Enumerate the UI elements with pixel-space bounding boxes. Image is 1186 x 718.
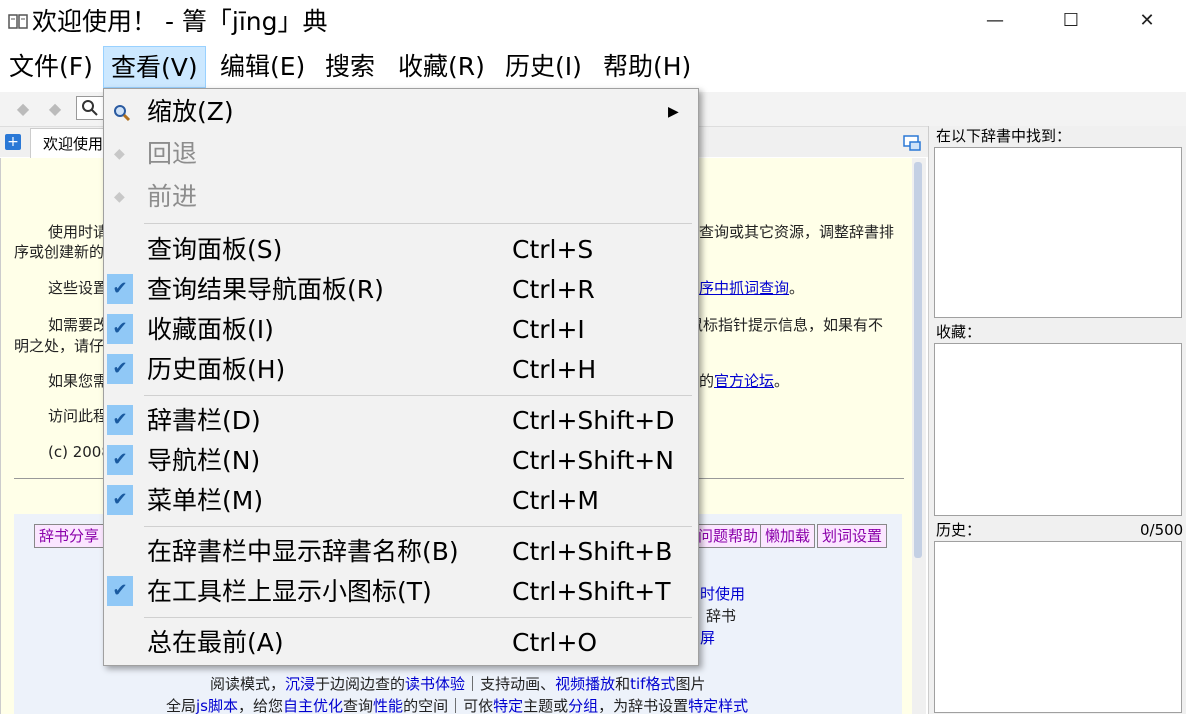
favorites-label: 收藏： <box>936 323 982 341</box>
search-input[interactable] <box>76 96 104 120</box>
zoom-icon <box>112 103 132 123</box>
para-4a: 如果您需 <box>48 372 109 390</box>
para-5a: 访问此程 <box>48 407 109 425</box>
menu-item-small-icons[interactable]: ✔ 在工具栏上显示小图标(T) Ctrl+Shift+T <box>104 572 698 612</box>
forward-arrow-icon: ◆ <box>114 189 125 205</box>
forward-icon[interactable]: ◆ <box>44 98 66 120</box>
maximize-icon: ☐ <box>1062 9 1080 31</box>
menu-item-dict-bar[interactable]: ✔ 辞書栏(D) Ctrl+Shift+D <box>104 401 698 441</box>
history-count: 0/500 <box>1140 521 1184 539</box>
menu-item-nav-bar[interactable]: ✔ 导航栏(N) Ctrl+Shift+N <box>104 441 698 481</box>
found-in-label: 在以下辞書中找到： <box>936 127 1072 145</box>
menu-edit[interactable]: 编辑(E) <box>213 46 312 88</box>
checkmark-icon: ✔ <box>107 314 133 344</box>
minimize-button[interactable]: — <box>964 0 1026 40</box>
found-in-list[interactable] <box>934 147 1182 318</box>
menu-history[interactable]: 历史(I) <box>498 46 589 88</box>
para-3c: 明之处，请仔 <box>14 337 105 355</box>
checkmark-icon: ✔ <box>107 445 133 475</box>
history-label: 历史： <box>936 521 982 539</box>
minimize-icon: — <box>986 9 1004 31</box>
back-arrow-icon: ◆ <box>114 146 125 162</box>
help-button[interactable]: 问题帮助 <box>693 524 764 548</box>
copyright-text: (c) 2008 <box>48 443 111 461</box>
line-1: 时使用 <box>700 585 746 603</box>
checkmark-icon: ✔ <box>107 354 133 384</box>
lazy-load-button[interactable]: 懒加载 <box>760 524 816 548</box>
line-2: 辞书 <box>706 607 737 625</box>
add-tab-icon[interactable]: + <box>5 134 21 150</box>
menu-item-zoom[interactable]: 缩放(Z) ▶ <box>104 92 698 132</box>
para-2-tail: 序中抓词查询。 <box>699 279 805 297</box>
submenu-arrow-icon: ▶ <box>668 104 679 120</box>
search-icon <box>82 100 98 116</box>
menu-separator <box>144 223 692 224</box>
menu-item-query-panel[interactable]: 查询面板(S) Ctrl+S <box>104 230 698 270</box>
para-1c: 序或创建新的 <box>14 243 105 261</box>
menu-search[interactable]: 搜索 <box>318 46 382 88</box>
grab-word-link[interactable]: 序中抓词查询 <box>699 279 789 297</box>
menu-file[interactable]: 文件(F) <box>2 46 100 88</box>
line-4: 阅读模式，沉浸于边阅边查的读书体验｜支持动画、视频播放和tif格式图片 <box>210 675 706 693</box>
menu-separator <box>144 526 692 527</box>
menu-item-favorites-panel[interactable]: ✔ 收藏面板(I) Ctrl+I <box>104 310 698 350</box>
close-button[interactable]: ✕ <box>1116 0 1178 40</box>
back-icon[interactable]: ◆ <box>12 98 34 120</box>
line-5: 全局js脚本，给您自主优化查询性能的空间｜可依特定主题或分组，为辞书设置特定样式 <box>166 697 749 715</box>
window-title: 欢迎使用！ - 箐「jīng」典 <box>32 7 328 36</box>
menu-help[interactable]: 帮助(H) <box>596 46 698 88</box>
checkmark-icon: ✔ <box>107 576 133 606</box>
word-settings-button[interactable]: 划词设置 <box>817 524 888 548</box>
menu-item-forward[interactable]: ◆ 前进 <box>104 177 698 217</box>
menu-item-menu-bar[interactable]: ✔ 菜单栏(M) Ctrl+M <box>104 481 698 521</box>
menu-item-always-on-top[interactable]: 总在最前(A) Ctrl+O <box>104 623 698 663</box>
para-1b: 查询或其它资源，调整辞書排 <box>699 223 895 241</box>
menu-item-back[interactable]: ◆ 回退 <box>104 134 698 174</box>
menu-item-show-dict-names[interactable]: 在辞書栏中显示辞書名称(B) Ctrl+Shift+B <box>104 532 698 572</box>
para-2a: 这些设置 <box>48 279 109 297</box>
history-list[interactable] <box>934 541 1182 713</box>
para-4-tail: 的官方论坛。 <box>699 372 790 390</box>
menu-separator <box>144 617 692 618</box>
favorites-list[interactable] <box>934 343 1182 516</box>
menu-view[interactable]: 查看(V) <box>103 46 206 88</box>
menu-separator <box>144 395 692 396</box>
menu-item-history-panel[interactable]: ✔ 历史面板(H) Ctrl+H <box>104 350 698 390</box>
book-icon <box>8 14 28 30</box>
scrollbar-thumb[interactable] <box>914 162 922 558</box>
close-icon: ✕ <box>1139 9 1155 31</box>
checkmark-icon: ✔ <box>107 405 133 435</box>
menu-item-result-nav-panel[interactable]: ✔ 查询结果导航面板(R) Ctrl+R <box>104 270 698 310</box>
line-3: 屏 <box>700 629 716 647</box>
window-icon[interactable] <box>902 134 922 152</box>
dict-share-button[interactable]: 辞书分享 <box>34 524 105 548</box>
maximize-button[interactable]: ☐ <box>1040 0 1102 40</box>
para-3b: 鼠标指针提示信息，如果有不 <box>688 316 884 334</box>
checkmark-icon: ✔ <box>107 485 133 515</box>
official-forum-link[interactable]: 官方论坛 <box>714 372 774 390</box>
menu-favorites[interactable]: 收藏(R) <box>391 46 492 88</box>
checkmark-icon: ✔ <box>107 274 133 304</box>
